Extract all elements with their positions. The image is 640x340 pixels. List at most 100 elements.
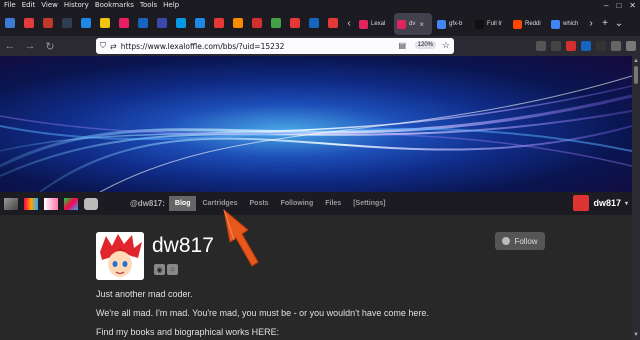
- reader-view-icon[interactable]: ▤: [398, 41, 406, 50]
- tab-strip: ‹ Lexal dv × gfx-b Full Ir Reddi which › + ⌄: [0, 10, 640, 36]
- pinned-tab-icon: [213, 18, 224, 28]
- follow-button[interactable]: Follow: [495, 232, 545, 250]
- bookmark-star-icon[interactable]: ☆: [442, 40, 450, 51]
- menu-tools[interactable]: Tools: [140, 1, 157, 9]
- pinned-tab-icon: [80, 18, 91, 28]
- nav-link-following[interactable]: Following: [275, 200, 320, 207]
- downloads-icon[interactable]: [551, 41, 561, 51]
- menu-history[interactable]: History: [64, 1, 89, 9]
- pinned-tab[interactable]: [95, 10, 114, 36]
- pinned-tab-icon: [61, 18, 72, 28]
- extension-red-icon[interactable]: [566, 41, 576, 51]
- follow-icon: [502, 237, 511, 245]
- bbs-home-icon[interactable]: [84, 197, 98, 210]
- shield-icon[interactable]: ⛉: [100, 41, 106, 51]
- pinned-tab-icon: [251, 18, 262, 28]
- pinned-tab-icon: [270, 18, 281, 28]
- pinned-tab[interactable]: [228, 10, 247, 36]
- pinned-tabs: [0, 10, 342, 36]
- pinned-tab[interactable]: [209, 10, 228, 36]
- home-icon[interactable]: ⌂: [167, 264, 178, 275]
- pinned-tab-icon: [289, 18, 300, 28]
- browser-tab[interactable]: Lexal: [356, 13, 392, 35]
- pinned-tab[interactable]: [304, 10, 323, 36]
- account-menu[interactable]: dw817 ▾: [573, 195, 628, 211]
- url-bar[interactable]: ⛉ ⇄ https://www.lexaloffle.com/bbs/?uid=…: [96, 38, 454, 54]
- close-window-icon[interactable]: ✕: [629, 1, 636, 10]
- splore-logo-icon[interactable]: [64, 197, 78, 210]
- site-logos: [0, 197, 122, 210]
- menu-view[interactable]: View: [41, 1, 58, 9]
- nav-link-files[interactable]: Files: [319, 200, 347, 207]
- bio-line-3: Find my books and biographical works HER…: [96, 327, 280, 337]
- pinned-tab[interactable]: [171, 10, 190, 36]
- tab-favicon-icon: [397, 19, 406, 29]
- menu-file[interactable]: File: [4, 1, 16, 9]
- tab-scroll-left-icon[interactable]: ‹: [342, 18, 356, 29]
- browser-tab[interactable]: which: [548, 13, 584, 35]
- browser-tab[interactable]: Full Ir: [472, 13, 508, 35]
- extension-puzzle-icon[interactable]: [611, 41, 621, 51]
- scroll-up-icon[interactable]: ▲: [633, 58, 639, 64]
- new-tab-icon[interactable]: +: [598, 18, 612, 29]
- pinned-tab-icon: [308, 18, 319, 28]
- window-controls: – □ ✕: [604, 0, 636, 10]
- picotron-logo-icon[interactable]: [44, 197, 58, 210]
- pinned-tab[interactable]: [114, 10, 133, 36]
- close-tab-icon[interactable]: ×: [419, 20, 424, 29]
- light-streaks: [0, 75, 632, 192]
- extension-bookmark-icon[interactable]: [581, 41, 591, 51]
- page-scrollbar[interactable]: ▲ ▼: [632, 56, 640, 340]
- minimize-icon[interactable]: –: [604, 1, 608, 10]
- pinned-tab-icon: [118, 18, 129, 28]
- menu-help[interactable]: Help: [163, 1, 179, 9]
- pinned-tab[interactable]: [323, 10, 342, 36]
- rss-icon[interactable]: ◉: [154, 264, 165, 275]
- voxatron-logo-icon[interactable]: [4, 197, 18, 210]
- nav-link-blog[interactable]: Blog: [168, 196, 197, 211]
- pinned-tab[interactable]: [0, 10, 19, 36]
- reload-icon[interactable]: ↻: [40, 40, 60, 53]
- profile-content: dw817 ◉ ⌂ Follow Just another mad coder.…: [0, 215, 632, 340]
- pico8-logo-icon[interactable]: [24, 197, 38, 210]
- account-username[interactable]: dw817: [593, 198, 621, 208]
- pinned-tab[interactable]: [285, 10, 304, 36]
- scroll-down-icon[interactable]: ▼: [633, 332, 639, 338]
- pocket-icon[interactable]: [536, 41, 546, 51]
- pinned-tab[interactable]: [133, 10, 152, 36]
- maximize-icon[interactable]: □: [616, 1, 621, 10]
- pinned-tab[interactable]: [38, 10, 57, 36]
- url-text[interactable]: https://www.lexaloffle.com/bbs/?uid=1523…: [121, 42, 285, 51]
- pinned-tab[interactable]: [190, 10, 209, 36]
- zoom-badge[interactable]: 120%: [414, 41, 436, 49]
- menu-hamburger-icon[interactable]: [626, 41, 636, 51]
- tab-list-icon[interactable]: ⌄: [612, 18, 626, 29]
- pinned-tab-icon: [327, 18, 338, 28]
- pinned-tab[interactable]: [247, 10, 266, 36]
- browser-tab[interactable]: gfx-b: [434, 13, 470, 35]
- nav-bar: ← → ↻ ⛉ ⇄ https://www.lexaloffle.com/bbs…: [0, 36, 640, 56]
- lock-icon[interactable]: ⇄: [110, 42, 117, 51]
- pinned-tab[interactable]: [57, 10, 76, 36]
- chevron-down-icon[interactable]: ▾: [625, 200, 628, 207]
- nav-link-settings[interactable]: [Settings]: [347, 200, 391, 207]
- menu-bookmarks[interactable]: Bookmarks: [95, 1, 134, 9]
- browser-tab[interactable]: Reddi: [510, 13, 546, 35]
- pinned-tab-icon: [99, 18, 110, 28]
- pinned-tab-icon: [232, 18, 243, 28]
- menu-edit[interactable]: Edit: [22, 1, 36, 9]
- forward-icon[interactable]: →: [20, 40, 40, 52]
- pinned-tab[interactable]: [76, 10, 95, 36]
- profile-name: dw817: [152, 234, 214, 257]
- browser-tab[interactable]: dv ×: [394, 13, 432, 35]
- tab-favicon-icon: [359, 19, 368, 29]
- extension-dark-icon[interactable]: [596, 41, 606, 51]
- avatar[interactable]: [573, 195, 590, 211]
- scrollbar-thumb[interactable]: [634, 66, 638, 84]
- tab-scroll-right-icon[interactable]: ›: [584, 18, 598, 29]
- tab-favicon-icon: [437, 19, 446, 29]
- pinned-tab[interactable]: [152, 10, 171, 36]
- back-icon[interactable]: ←: [0, 40, 20, 52]
- pinned-tab[interactable]: [266, 10, 285, 36]
- pinned-tab[interactable]: [19, 10, 38, 36]
